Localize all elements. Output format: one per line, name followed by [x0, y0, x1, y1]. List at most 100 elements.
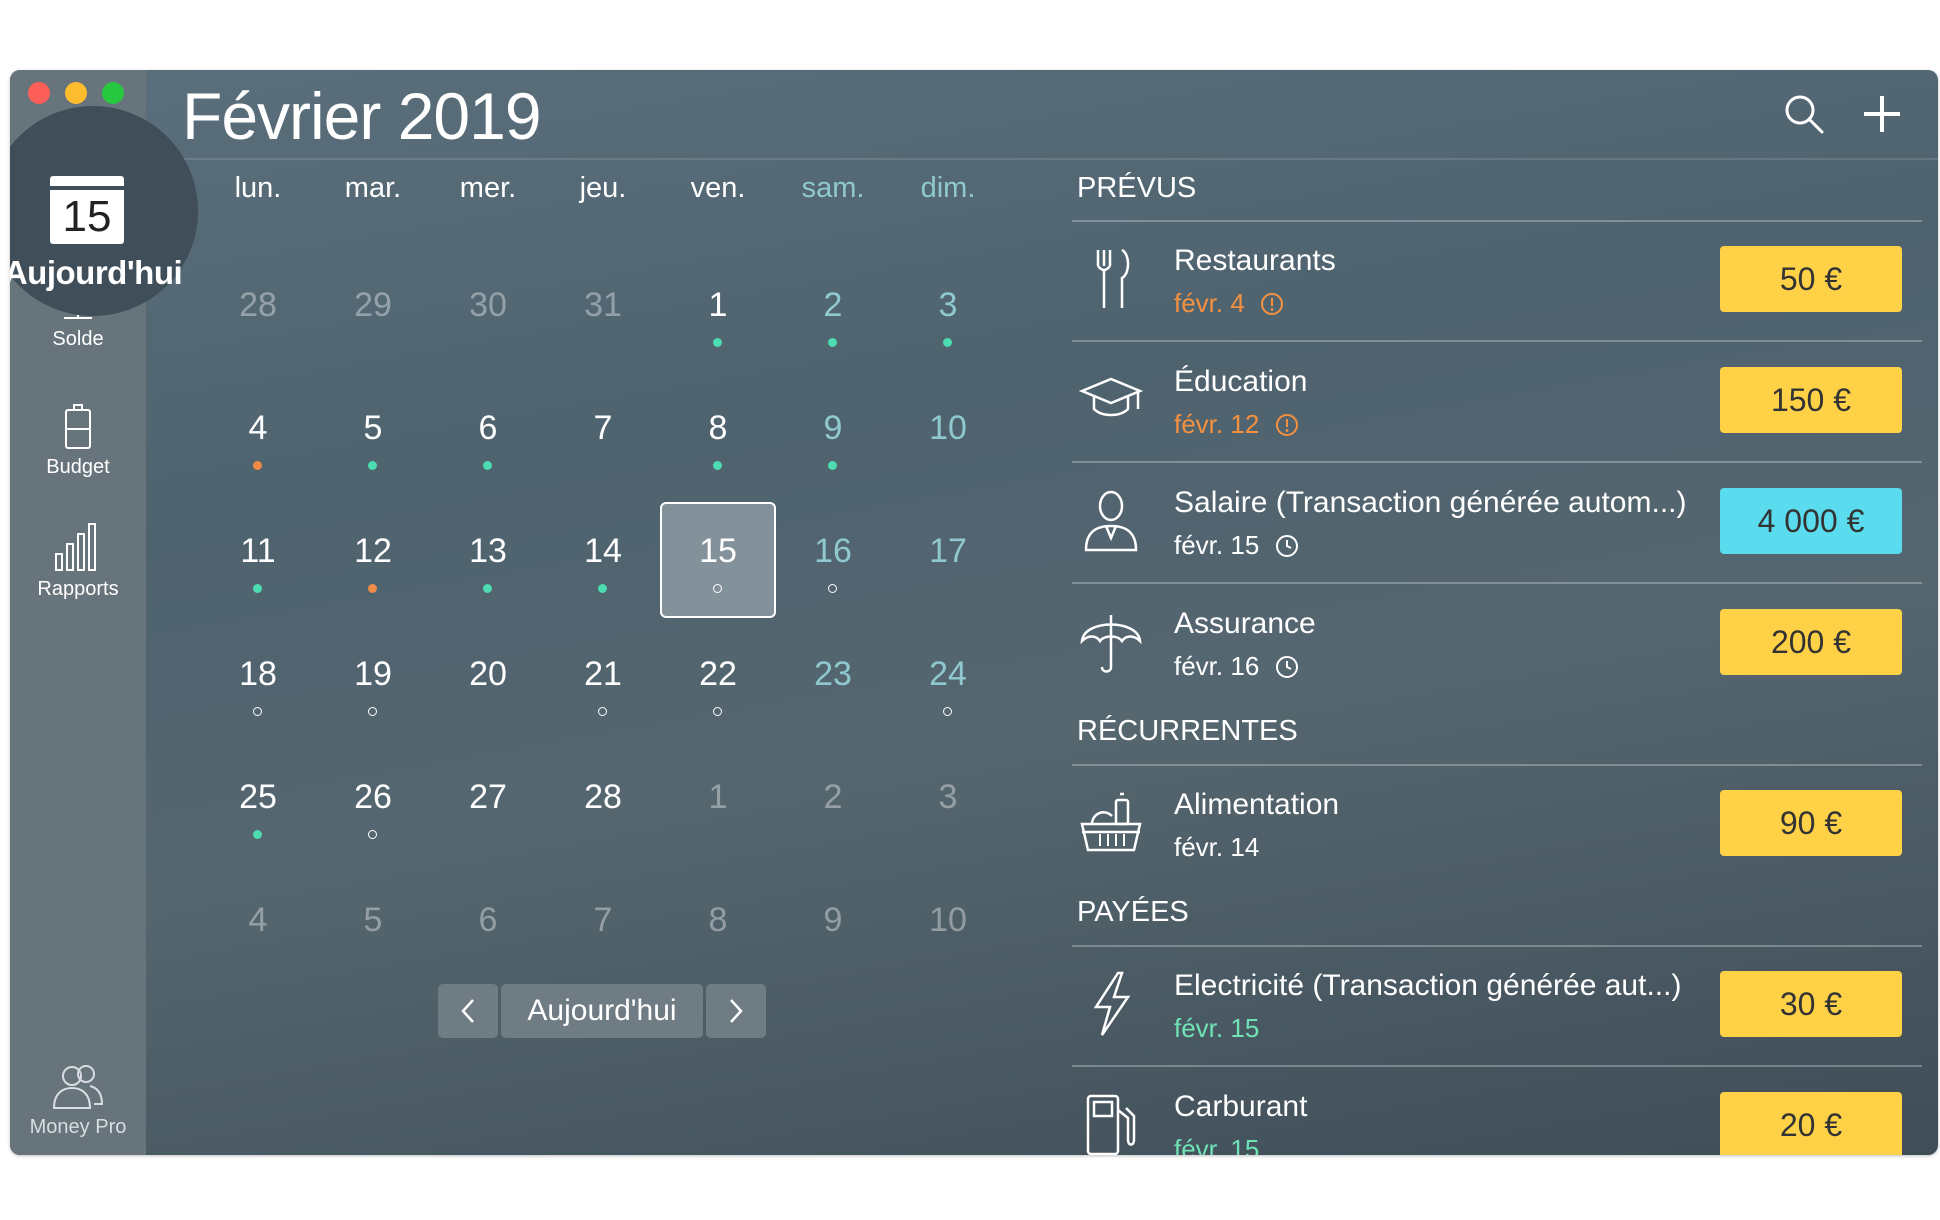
search-button[interactable] [1782, 92, 1826, 136]
calendar-day[interactable]: 28 [200, 256, 316, 372]
weekday-label: ven. [690, 172, 746, 204]
calendar-day[interactable]: 5 [315, 871, 431, 987]
calendar-day[interactable]: 8 [660, 379, 776, 495]
calendar-day[interactable]: 4 [200, 871, 316, 987]
calendar-day-number: 3 [938, 286, 958, 324]
calendar-day[interactable]: 6 [430, 379, 546, 495]
calendar-day[interactable]: 29 [315, 256, 431, 372]
calendar-day[interactable]: 6 [430, 871, 546, 987]
add-transaction-button[interactable] [1858, 90, 1906, 138]
transaction-indicator-dot [828, 461, 837, 470]
sidebar-item-label: Solde [52, 328, 104, 350]
calendar-day[interactable]: 9 [775, 379, 891, 495]
sidebar-item-budget[interactable]: Budget [10, 404, 146, 479]
calendar-day[interactable]: 18 [200, 625, 316, 741]
next-month-button[interactable] [706, 984, 766, 1038]
go-to-today-button[interactable]: Aujourd'hui [501, 984, 703, 1038]
graduation-cap-icon [1078, 377, 1144, 417]
transaction-amount-button[interactable]: 4 000 € [1720, 488, 1902, 554]
calendar-day[interactable]: 12 [315, 502, 431, 618]
previous-month-button[interactable] [438, 984, 498, 1038]
calendar-day[interactable]: 21 [545, 625, 661, 741]
brand-label: Money Pro [29, 1116, 127, 1138]
calendar-day[interactable]: 13 [430, 502, 546, 618]
close-window-button[interactable] [28, 82, 50, 104]
transaction-amount-button[interactable]: 90 € [1720, 790, 1902, 856]
transaction-indicator-dot [253, 830, 262, 839]
calendar-day-number: 29 [354, 286, 392, 324]
calendar-day-number: 13 [469, 532, 507, 570]
calendar-day-number: 8 [708, 409, 728, 447]
transaction-amount-button[interactable]: 50 € [1720, 246, 1902, 312]
transaction-row[interactable]: Carburant févr. 15 20 € [1072, 1068, 1922, 1155]
transaction-row[interactable]: Éducation févr. 12 150 € [1072, 343, 1922, 463]
calendar-day[interactable]: 10 [890, 871, 1006, 987]
calendar-day-number: 28 [239, 286, 277, 324]
calendar-day[interactable]: 20 [430, 625, 546, 741]
calendar-day-number: 1 [708, 286, 728, 324]
sidebar-item-money-pro[interactable]: Money Pro [10, 1064, 146, 1139]
transaction-name: Éducation [1174, 365, 1308, 398]
calendar-day[interactable]: 17 [890, 502, 1006, 618]
calendar-day[interactable]: 19 [315, 625, 431, 741]
transaction-name: Restaurants [1174, 244, 1336, 277]
sidebar-item-rapports[interactable]: Rapports [10, 520, 146, 601]
calendar-day[interactable]: 1 [660, 256, 776, 372]
calendar-day[interactable]: 22 [660, 625, 776, 741]
calendar-day-number: 7 [593, 409, 613, 447]
transaction-row[interactable]: Salaire (Transaction générée autom...) f… [1072, 464, 1922, 584]
calendar-day[interactable]: 30 [430, 256, 546, 372]
calendar-day[interactable]: 14 [545, 502, 661, 618]
transaction-row[interactable]: Restaurants févr. 4 50 € [1072, 222, 1922, 342]
transaction-row[interactable]: Electricité (Transaction générée aut...)… [1072, 947, 1922, 1067]
transaction-amount-button[interactable]: 150 € [1720, 367, 1902, 433]
transaction-name: Carburant [1174, 1090, 1308, 1123]
calendar-day[interactable]: 10 [890, 379, 1006, 495]
calendar-day-number: 15 [699, 532, 737, 570]
transaction-row[interactable]: Alimentation févr. 14 90 € [1072, 766, 1922, 886]
calendar-day-number: 3 [938, 778, 958, 816]
zoom-window-button[interactable] [102, 82, 124, 104]
chevron-left-icon [461, 999, 474, 1023]
today-shortcut[interactable]: 15 Aujourd'hui [10, 106, 198, 316]
today-shortcut-label: Aujourd'hui [10, 254, 183, 291]
calendar-day[interactable]: 7 [545, 379, 661, 495]
transaction-indicator-dot [713, 461, 722, 470]
calendar-day[interactable]: 28 [545, 748, 661, 864]
row-divider [1072, 1065, 1922, 1067]
transaction-name: Assurance [1174, 607, 1316, 640]
transaction-date: févr. 15 [1174, 1013, 1259, 1044]
calendar-day[interactable]: 7 [545, 871, 661, 987]
transaction-amount-button[interactable]: 200 € [1720, 609, 1902, 675]
transaction-name: Electricité (Transaction générée aut...) [1174, 969, 1682, 1002]
calendar-day[interactable]: 5 [315, 379, 431, 495]
calendar-day[interactable]: 25 [200, 748, 316, 864]
title-year: 2019 [397, 79, 542, 153]
calendar-day[interactable]: 9 [775, 871, 891, 987]
calendar-day[interactable]: 3 [890, 748, 1006, 864]
calendar-day-selected[interactable]: 15 [660, 502, 776, 618]
calendar-day[interactable]: 3 [890, 256, 1006, 372]
calendar-day[interactable]: 26 [315, 748, 431, 864]
transaction-amount-button[interactable]: 30 € [1720, 971, 1902, 1037]
chevron-right-icon [730, 999, 743, 1023]
calendar-day-number: 21 [584, 655, 622, 693]
calendar-day[interactable]: 2 [775, 256, 891, 372]
transaction-row[interactable]: Assurance févr. 16 200 € [1072, 585, 1922, 705]
calendar-day[interactable]: 27 [430, 748, 546, 864]
calendar-day[interactable]: 2 [775, 748, 891, 864]
calendar-day[interactable]: 16 [775, 502, 891, 618]
warning-icon [1275, 414, 1298, 436]
calendar-day[interactable]: 31 [545, 256, 661, 372]
calendar-day[interactable]: 11 [200, 502, 316, 618]
calendar-day[interactable]: 23 [775, 625, 891, 741]
minimize-window-button[interactable] [65, 82, 87, 104]
transaction-indicator-dot [368, 461, 377, 470]
transaction-indicator-dot [483, 584, 492, 593]
calendar-day[interactable]: 1 [660, 748, 776, 864]
transaction-amount-button[interactable]: 20 € [1720, 1092, 1902, 1155]
calendar-day[interactable]: 8 [660, 871, 776, 987]
calendar-day[interactable]: 24 [890, 625, 1006, 741]
calendar-day[interactable]: 4 [200, 379, 316, 495]
search-icon [1785, 95, 1824, 134]
